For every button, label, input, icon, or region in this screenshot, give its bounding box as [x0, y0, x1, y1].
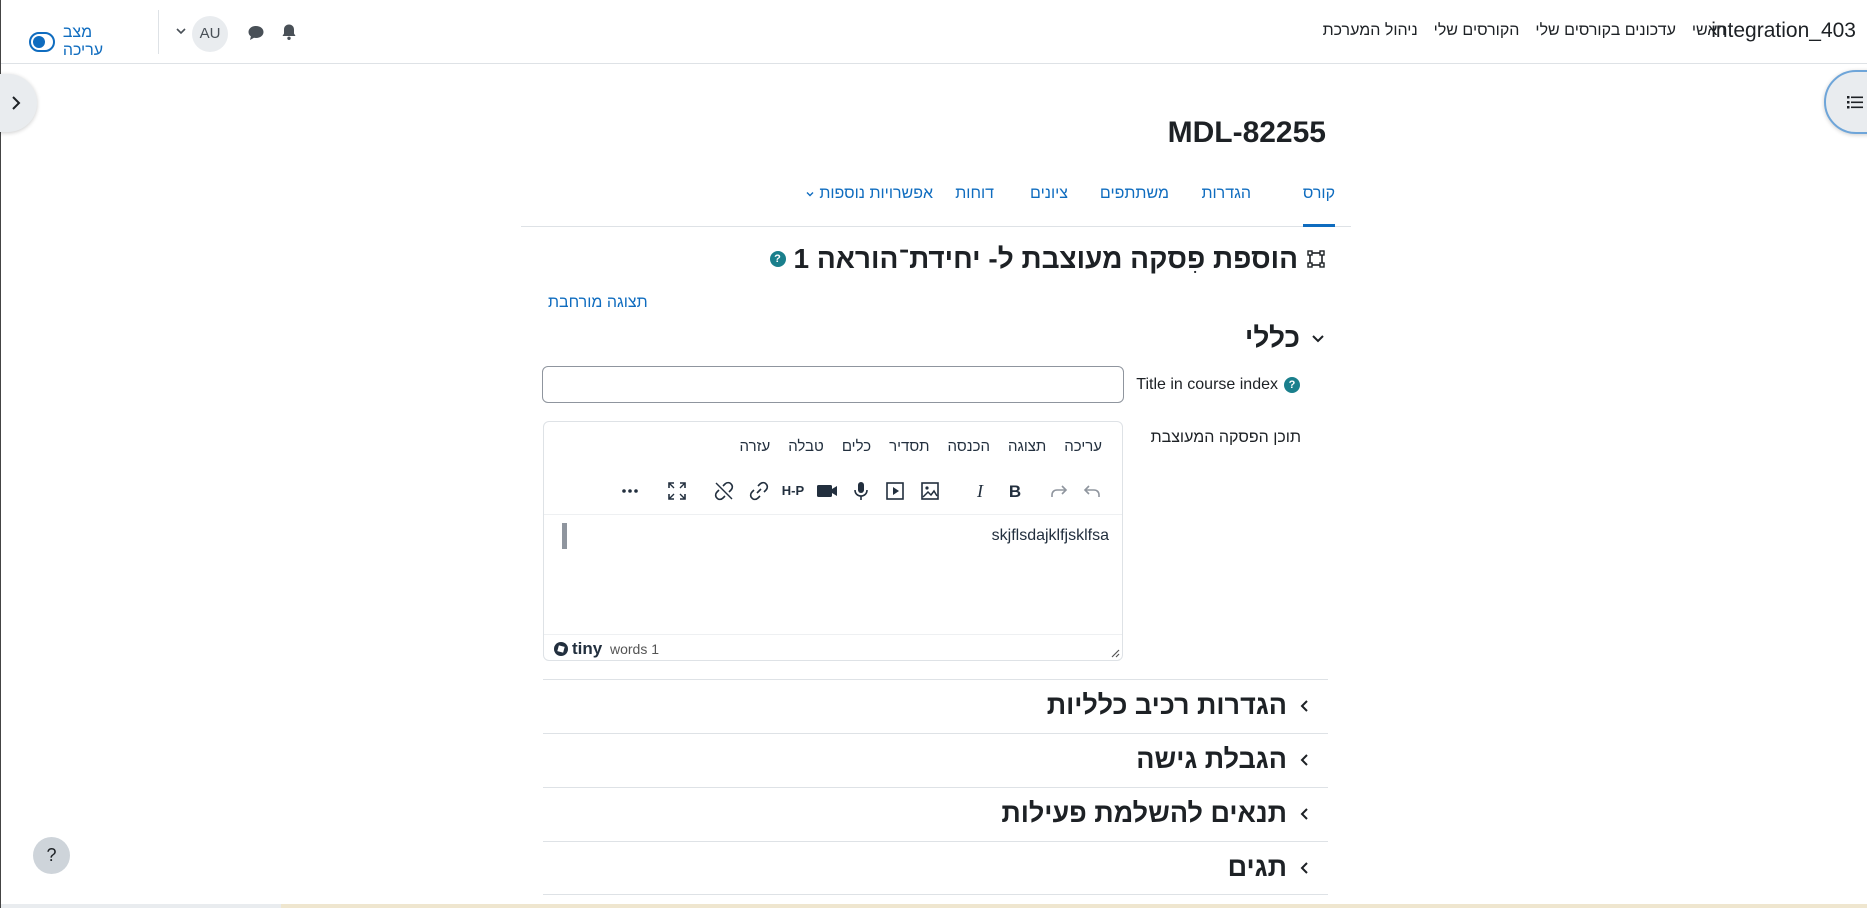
user-avatar[interactable]: AU [192, 16, 228, 52]
svg-text:I: I [976, 481, 984, 501]
fullscreen-icon[interactable] [666, 480, 688, 502]
list-icon [1847, 96, 1863, 109]
menu-insert[interactable]: הכנסה [948, 438, 990, 455]
section-general-header[interactable]: כללי [1245, 322, 1326, 354]
undo-icon[interactable] [1081, 480, 1103, 502]
top-navbar: integration_403 ראשי עדכונים בקורסים שלי… [1, 0, 1867, 64]
open-block-drawer-button[interactable] [0, 74, 37, 132]
section-title: תגים [1227, 852, 1287, 882]
chevron-left-icon [1300, 699, 1308, 712]
text-and-media-area-icon [1307, 250, 1325, 268]
nav-site-admin[interactable]: ניהול המערכת [1323, 22, 1418, 40]
content-field-label: תוכן הפסקה המעוצבת [1150, 429, 1301, 446]
footer-help-button[interactable]: ? [33, 837, 70, 874]
tiny-brand-text: tiny [572, 639, 603, 658]
tab-more-label: אפשרויות נוספות [819, 185, 933, 202]
chevron-down-icon [806, 192, 814, 197]
unlink-icon[interactable] [713, 480, 735, 502]
section-general-title: כללי [1244, 322, 1300, 353]
help-icon[interactable]: ? [1284, 377, 1300, 393]
italic-icon[interactable]: I [969, 480, 991, 502]
link-icon[interactable] [748, 480, 770, 502]
nav-course-updates[interactable]: עדכונים בקורסים שלי [1535, 22, 1675, 40]
tab-reports[interactable]: דוחות [955, 185, 994, 227]
section-title: תנאים להשלמת פעילות [1001, 798, 1287, 828]
section-common-module-settings[interactable]: הגדרות רכיב כלליות [543, 679, 1328, 733]
nav-my-courses[interactable]: הקורסים שלי [1434, 22, 1520, 40]
title-field-label: ? Title in course index [1136, 376, 1300, 394]
rich-text-editor: עריכה תצוגה הכנסה תסדיר כלים טבלה עזרה B… [543, 421, 1123, 661]
menu-tools[interactable]: כלים [842, 438, 871, 455]
section-title: הגדרות רכיב כלליות [1046, 690, 1287, 720]
word-count[interactable]: words 1 [610, 641, 659, 657]
tab-participants[interactable]: משתתפים [1100, 185, 1169, 227]
chevron-left-icon [1300, 807, 1308, 820]
editor-content-text[interactable]: skjflsdajklfjsklfsa [992, 527, 1109, 545]
section-restrict-access[interactable]: הגבלת גישה [543, 733, 1328, 787]
bottom-strip [281, 904, 1867, 908]
svg-text:B: B [1009, 482, 1021, 501]
editor-toolbar: B I H-P [544, 470, 1122, 510]
menu-edit[interactable]: עריכה [1064, 438, 1102, 455]
course-title: MDL-82255 [1167, 116, 1326, 149]
chevron-right-icon [12, 96, 21, 110]
chevron-down-icon [1312, 335, 1324, 343]
image-icon[interactable] [919, 480, 941, 502]
help-icon[interactable]: ? [769, 251, 786, 267]
menu-format[interactable]: תסדיר [889, 438, 929, 455]
chevron-left-icon [1300, 753, 1308, 766]
section-title: הגבלת גישה [1136, 744, 1287, 774]
redo-icon[interactable] [1048, 480, 1070, 502]
menu-table[interactable]: טבלה [788, 438, 824, 455]
bell-icon[interactable] [280, 23, 298, 41]
expand-all-link[interactable]: תצוגה מורחבת [548, 294, 648, 312]
course-secondary-nav: קורס הגדרות משתתפים ציונים דוחות אפשרויו… [521, 175, 1351, 227]
editor-content-area[interactable]: skjflsdajklfjsklfsa [544, 514, 1122, 634]
tab-grades[interactable]: ציונים [1030, 185, 1068, 227]
title-field-label-text: Title in course index [1136, 376, 1278, 393]
title-in-course-index-input[interactable] [542, 366, 1124, 403]
more-options-icon[interactable] [619, 480, 641, 502]
tiny-logo[interactable]: tiny [553, 639, 602, 659]
site-brand[interactable]: integration_403 [1711, 19, 1856, 43]
microphone-icon[interactable] [850, 480, 872, 502]
editor-statusbar: tiny words 1 [544, 634, 1122, 660]
section-tags[interactable]: תגים [543, 841, 1328, 895]
page-title: הוספת פִסקה מעוצבת ל- יחידת־הוראה 1 [793, 243, 1298, 274]
tab-course[interactable]: קורס [1302, 185, 1335, 227]
h5p-icon[interactable]: H-P [778, 480, 808, 502]
menu-help[interactable]: עזרה [740, 438, 771, 455]
menu-view[interactable]: תצוגה [1008, 438, 1046, 455]
tab-more[interactable]: אפשרויות נוספות [805, 185, 933, 227]
nav-home[interactable]: ראשי [1692, 22, 1726, 40]
chat-icon[interactable] [247, 24, 265, 42]
edit-mode-label: מצב עריכה [62, 24, 104, 59]
edit-mode-toggle[interactable]: מצב עריכה [29, 24, 113, 60]
chevron-down-icon[interactable] [174, 24, 188, 38]
bottom-strip-left [1, 904, 281, 908]
video-camera-icon[interactable] [816, 480, 838, 502]
editor-block-indicator [562, 523, 567, 549]
page-heading: הוספת פִסקה מעוצבת ל- יחידת־הוראה 1 ? [769, 243, 1326, 275]
open-course-index-button[interactable] [1824, 70, 1867, 134]
editor-menubar: עריכה תצוגה הכנסה תסדיר כלים טבלה עזרה [722, 438, 1102, 455]
media-icon[interactable] [884, 480, 906, 502]
edit-mode-switch[interactable] [29, 32, 55, 52]
primary-navigation: ראשי עדכונים בקורסים שלי הקורסים שלי ניה… [1323, 22, 1726, 40]
tab-settings[interactable]: הגדרות [1201, 185, 1251, 227]
chevron-left-icon [1300, 861, 1308, 874]
navbar-divider [158, 10, 159, 54]
resize-handle-icon[interactable] [1110, 648, 1120, 658]
tiny-brand-icon [554, 642, 568, 656]
bold-icon[interactable]: B [1004, 480, 1026, 502]
section-activity-completion[interactable]: תנאים להשלמת פעילות [543, 787, 1328, 841]
